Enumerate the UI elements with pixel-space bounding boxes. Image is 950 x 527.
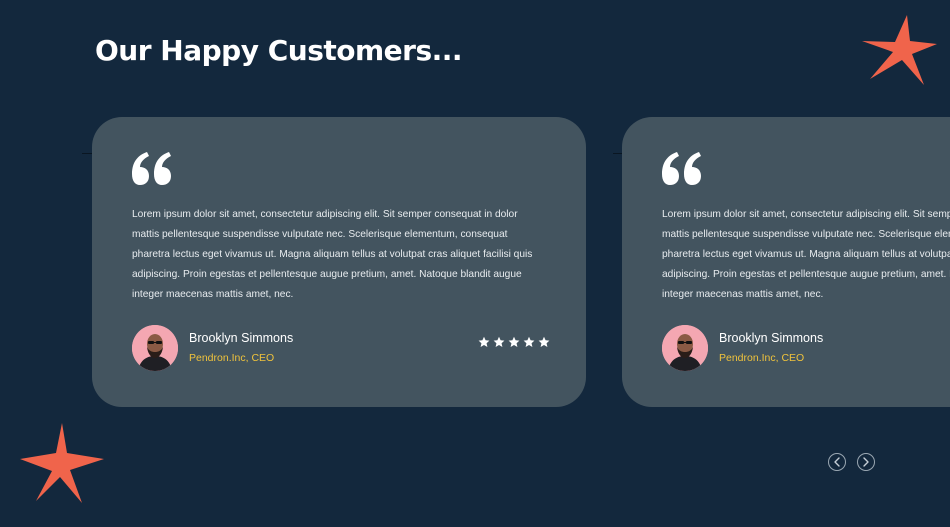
avatar [132, 325, 178, 371]
carousel-prev-button[interactable] [828, 453, 846, 471]
testimonial-text: Lorem ipsum dolor sit amet, consectetur … [662, 209, 950, 300]
star-icon [523, 336, 535, 347]
testimonial-card: Lorem ipsum dolor sit amet, consectetur … [622, 117, 950, 407]
testimonial-card: Lorem ipsum dolor sit amet, consectetur … [92, 117, 586, 407]
carousel-next-button[interactable] [857, 453, 875, 471]
star-icon [478, 336, 490, 347]
chevron-right-icon [863, 457, 869, 467]
quote-icon [130, 152, 174, 186]
customer-name: Brooklyn Simmons [189, 331, 294, 345]
star-icon [508, 336, 520, 347]
customer-role: Pendron.Inc, CEO [719, 352, 805, 364]
quote-icon [660, 152, 704, 186]
star-icon [493, 336, 505, 347]
sparkle-star-icon [862, 15, 938, 87]
customer-name: Brooklyn Simmons [719, 331, 824, 345]
chevron-left-icon [834, 457, 840, 467]
testimonial-carousel: Lorem ipsum dolor sit amet, consectetur … [0, 0, 950, 527]
star-icon [538, 336, 550, 347]
testimonial-text: Lorem ipsum dolor sit amet, consectetur … [132, 209, 533, 300]
customer-role: Pendron.Inc, CEO [189, 352, 275, 364]
sparkle-star-icon [20, 423, 106, 505]
star-rating [478, 336, 550, 348]
avatar [662, 325, 708, 371]
